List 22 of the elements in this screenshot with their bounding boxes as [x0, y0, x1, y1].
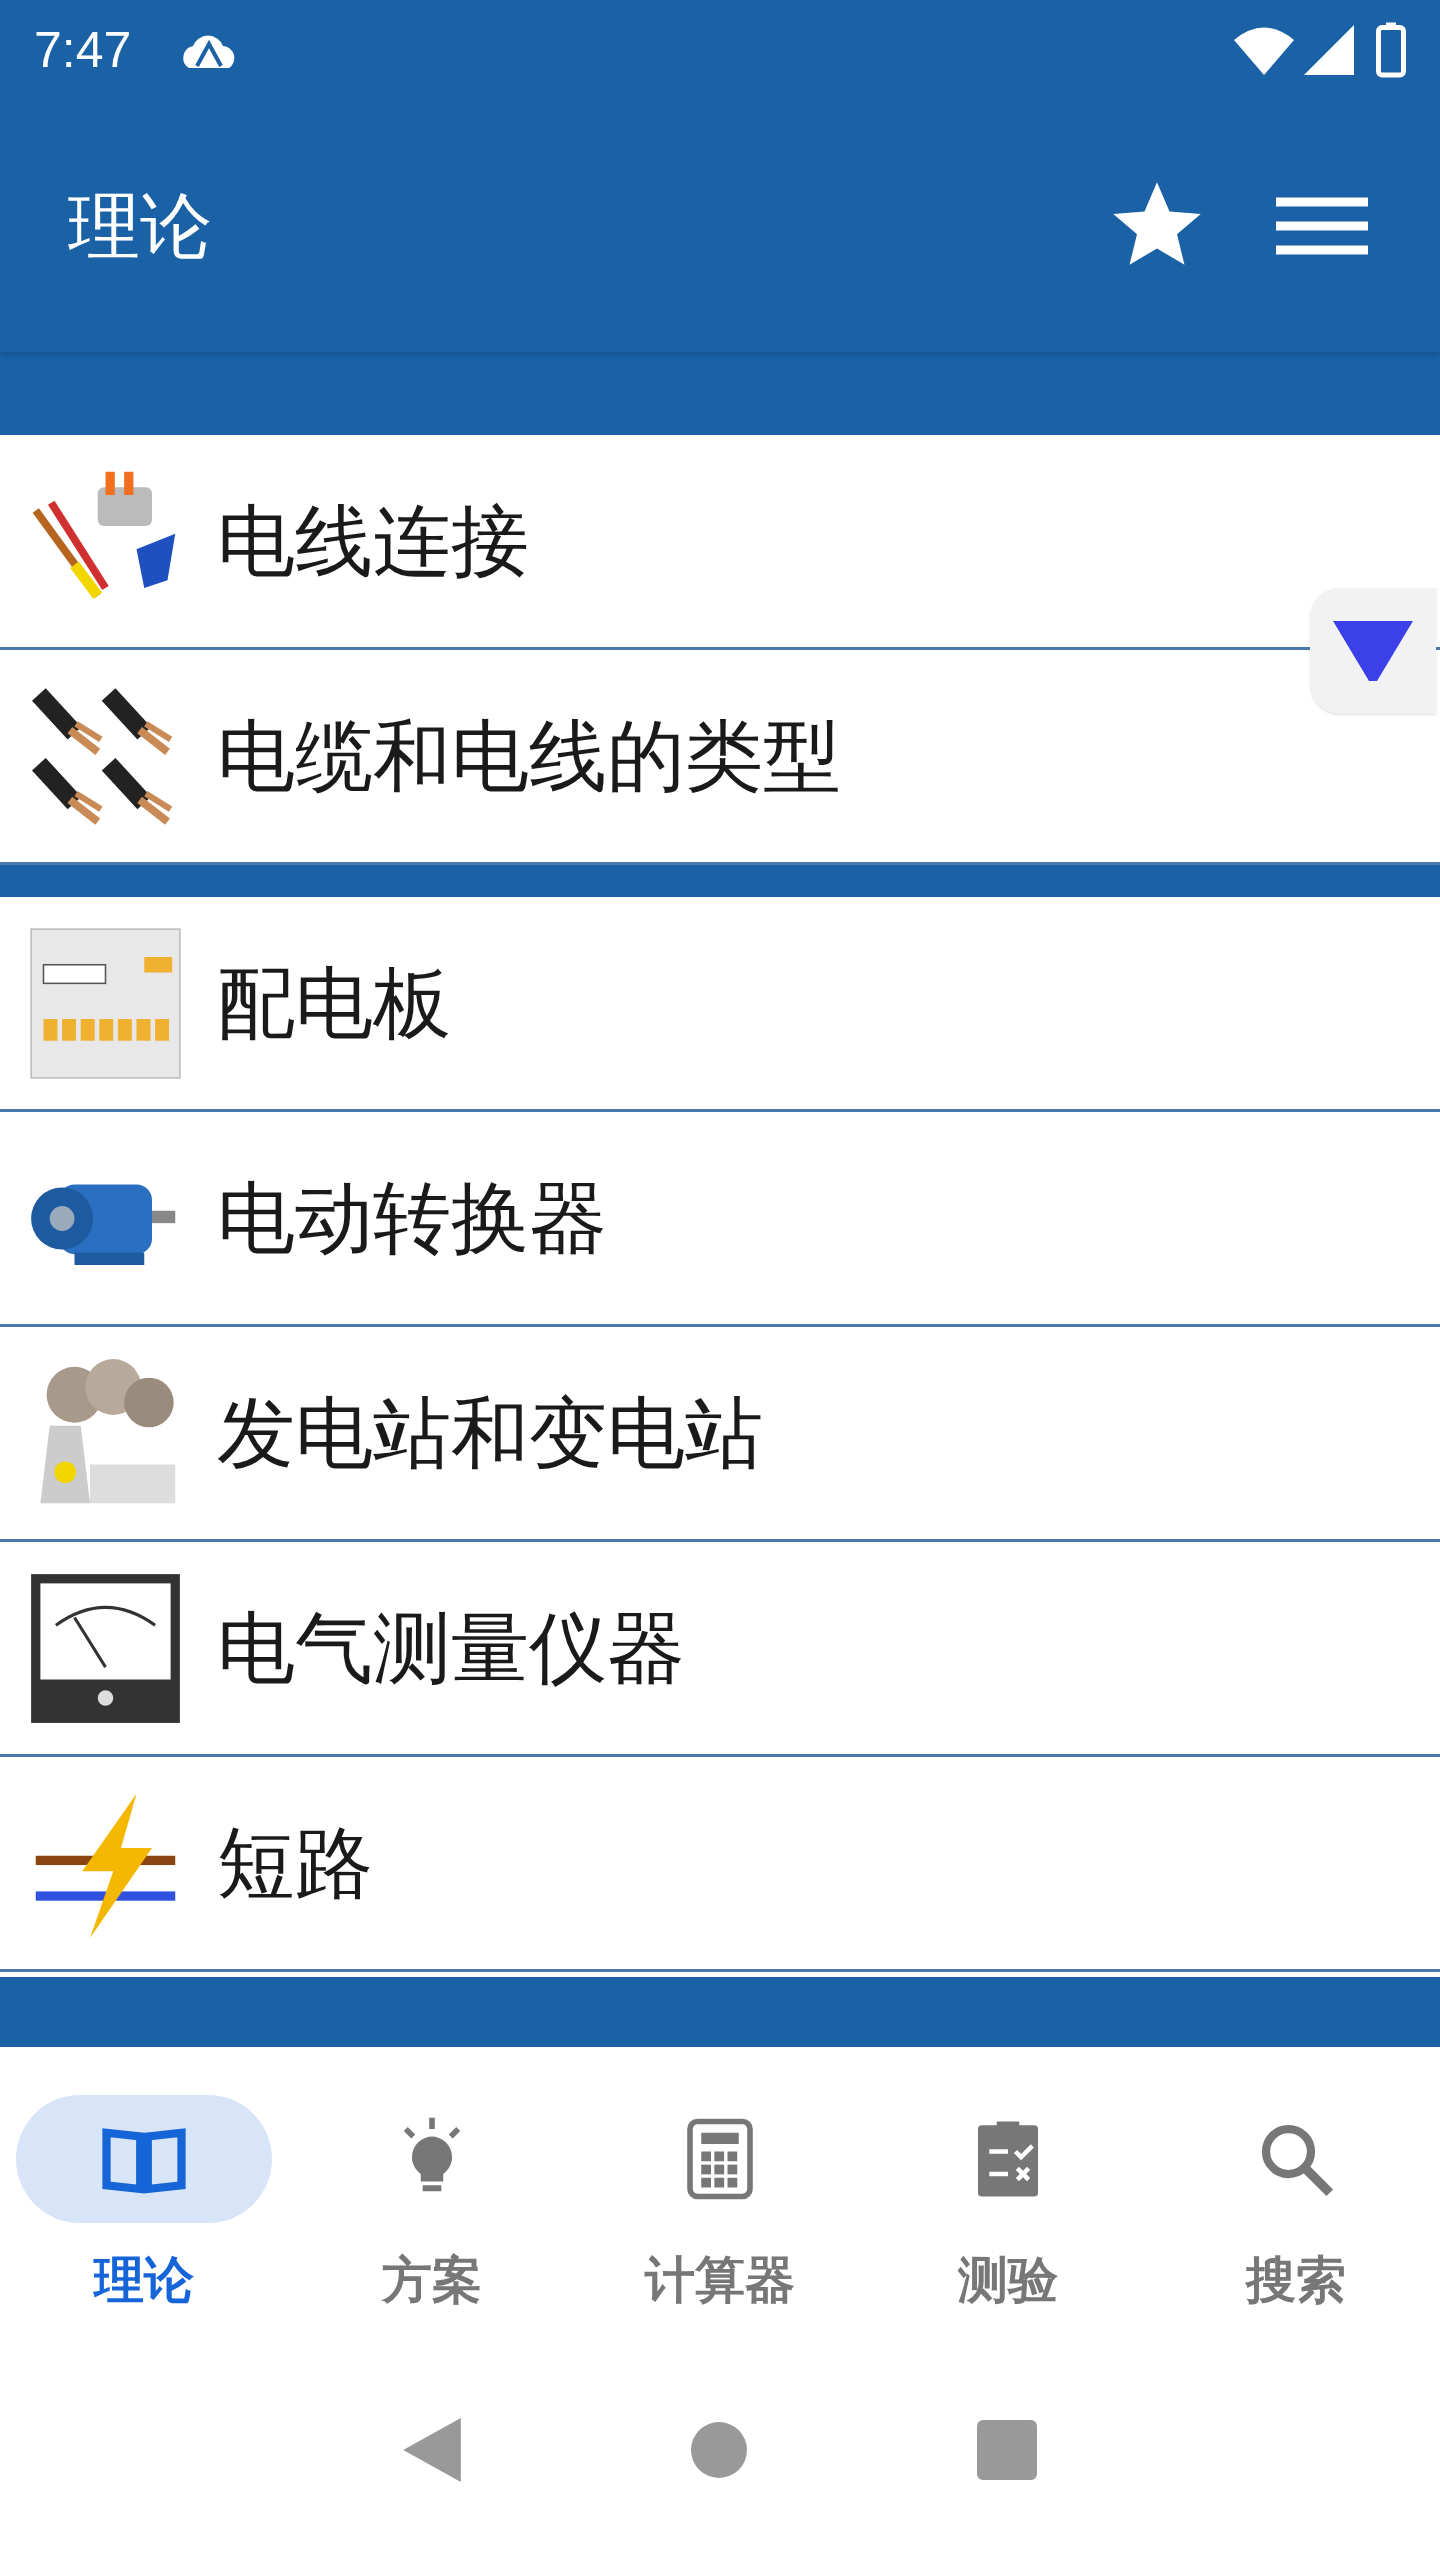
item-label: 发电站和变电站: [217, 1387, 763, 1479]
item-label: 短路: [217, 1817, 373, 1909]
nav-tab[interactable]: 方案: [288, 2095, 576, 2360]
home-icon[interactable]: [691, 2422, 747, 2478]
signal-icon: [1304, 25, 1354, 75]
item-label: 电线连接: [217, 495, 529, 587]
nav-tab[interactable]: 搜索: [1152, 2095, 1440, 2360]
nav-tab[interactable]: 测验: [864, 2095, 1152, 2360]
v-logo-icon: [1333, 621, 1413, 681]
back-icon[interactable]: [403, 2418, 461, 2482]
nav-tab[interactable]: 理论: [0, 2095, 288, 2360]
switchboard-icon: [28, 925, 183, 1081]
item-label: 电动转换器: [217, 1172, 607, 1264]
floating-button[interactable]: [1310, 588, 1436, 714]
wifi-icon: [1234, 25, 1294, 75]
battery-icon: [1376, 22, 1406, 78]
nav-tab[interactable]: 计算器: [576, 2095, 864, 2360]
app-bar-title: 理论: [68, 185, 213, 268]
item-label: 电气测量仪器: [217, 1602, 685, 1694]
item-label: 电缆和电线的类型: [217, 710, 841, 802]
item-label: 配电板: [217, 957, 451, 1049]
status-time: 7:47: [34, 20, 132, 80]
